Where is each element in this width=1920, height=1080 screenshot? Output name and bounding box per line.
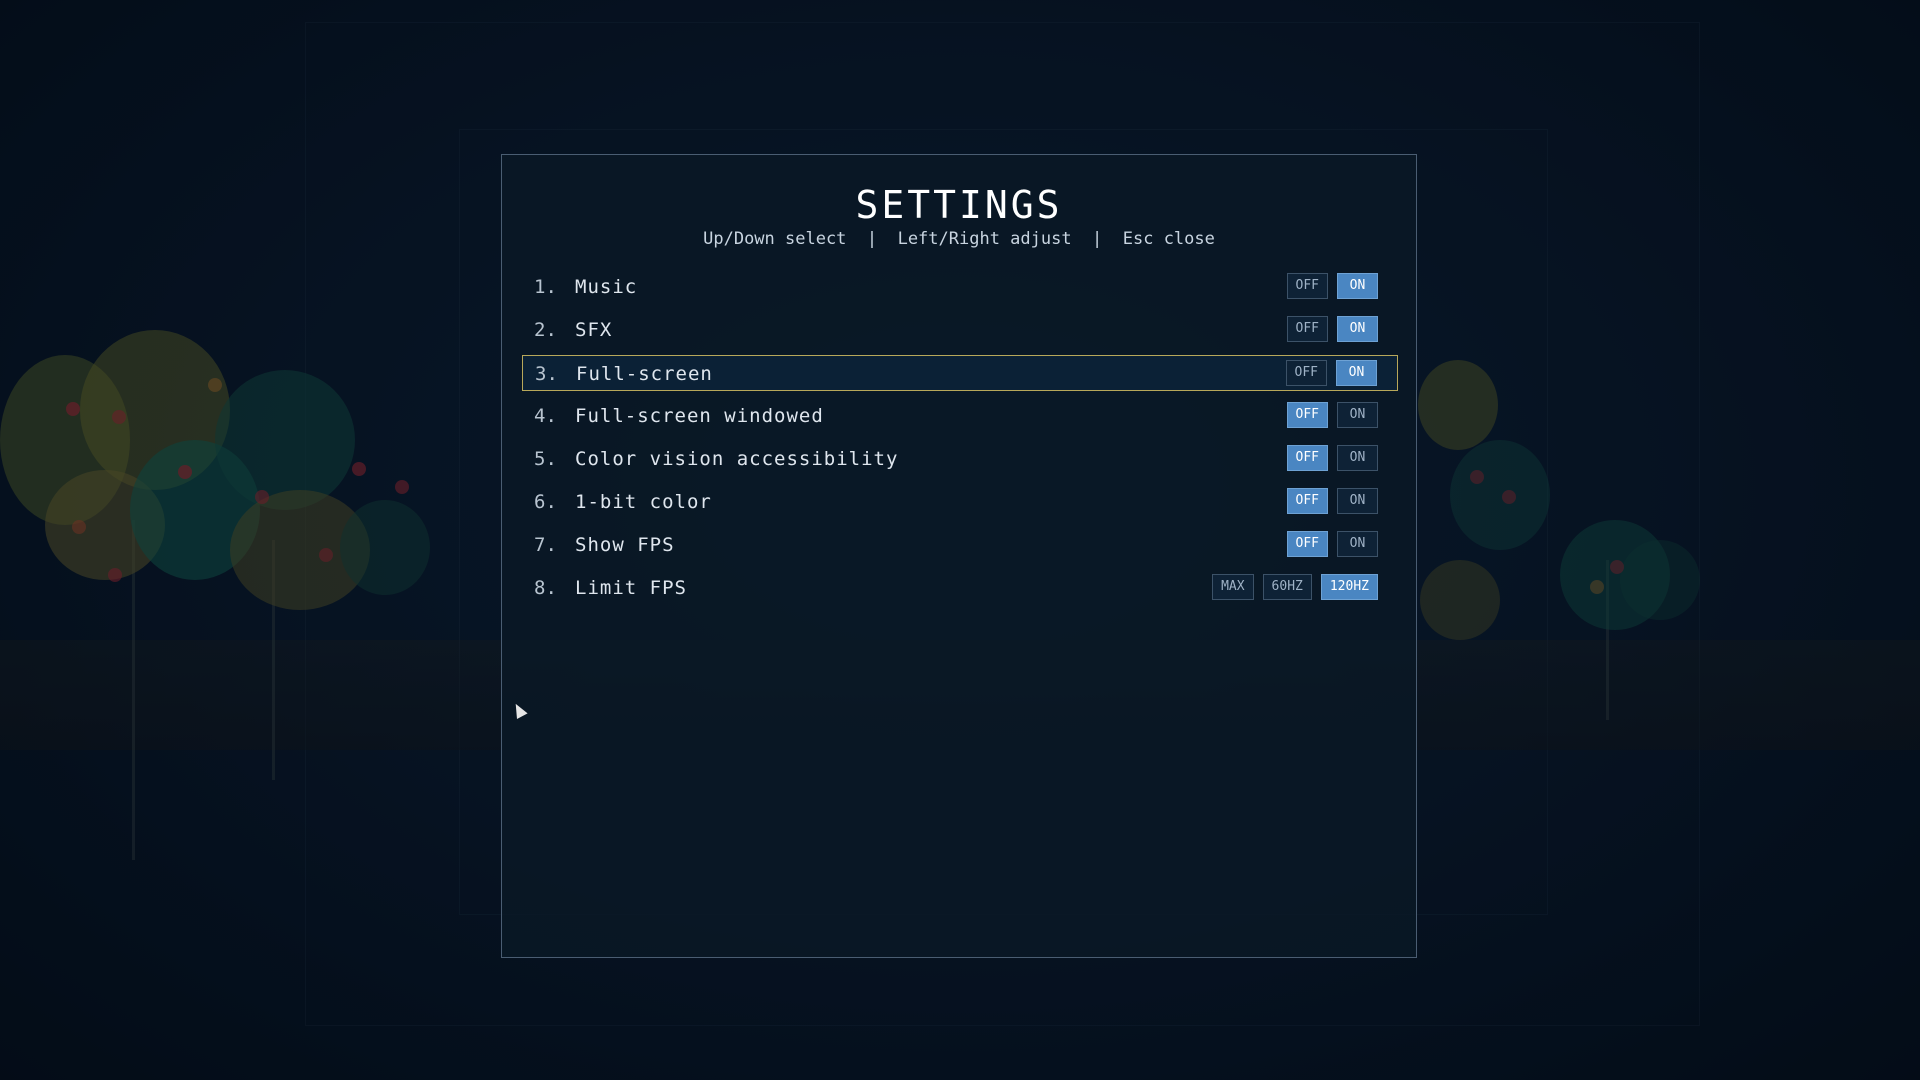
- option-off-button[interactable]: OFF: [1285, 360, 1327, 386]
- setting-row-4[interactable]: 4. Full-screen windowed OFF ON: [522, 398, 1398, 434]
- option-on-button[interactable]: ON: [1337, 531, 1378, 557]
- controls-hint: Up/Down select | Left/Right adjust | Esc…: [703, 229, 1215, 249]
- option-off-button[interactable]: OFF: [1286, 445, 1328, 471]
- option-60hz-button[interactable]: 60HZ: [1262, 574, 1312, 600]
- setting-options: MAX 60HZ 120HZ: [1212, 574, 1378, 600]
- setting-row-7[interactable]: 7. Show FPS OFF ON: [522, 527, 1398, 563]
- setting-options: OFF ON: [1286, 488, 1378, 514]
- option-on-button[interactable]: ON: [1337, 488, 1378, 514]
- setting-options: OFF ON: [1285, 360, 1377, 386]
- setting-label: Color vision accessibility: [575, 448, 899, 470]
- option-120hz-button[interactable]: 120HZ: [1320, 574, 1378, 600]
- setting-row-3[interactable]: 3. Full-screen OFF ON: [522, 355, 1398, 391]
- setting-number: 3.: [535, 363, 558, 385]
- setting-label: Full-screen windowed: [575, 405, 824, 427]
- setting-label: Limit FPS: [575, 577, 687, 599]
- option-on-button[interactable]: ON: [1336, 360, 1377, 386]
- setting-label: Show FPS: [575, 534, 675, 556]
- setting-options: OFF ON: [1286, 531, 1378, 557]
- option-off-button[interactable]: OFF: [1286, 273, 1328, 299]
- setting-number: 2.: [534, 319, 557, 341]
- setting-row-5[interactable]: 5. Color vision accessibility OFF ON: [522, 441, 1398, 477]
- setting-number: 5.: [534, 448, 557, 470]
- setting-row-6[interactable]: 6. 1-bit color OFF ON: [522, 484, 1398, 520]
- setting-options: OFF ON: [1286, 273, 1378, 299]
- settings-panel: SETTINGS Up/Down select | Left/Right adj…: [501, 154, 1417, 958]
- option-off-button[interactable]: OFF: [1286, 488, 1328, 514]
- setting-number: 7.: [534, 534, 557, 556]
- setting-label: Music: [575, 276, 638, 298]
- option-on-button[interactable]: ON: [1337, 273, 1378, 299]
- setting-row-2[interactable]: 2. SFX OFF ON: [522, 312, 1398, 348]
- setting-number: 8.: [534, 577, 557, 599]
- option-off-button[interactable]: OFF: [1286, 531, 1328, 557]
- setting-label: SFX: [575, 319, 613, 341]
- setting-row-8[interactable]: 8. Limit FPS MAX 60HZ 120HZ: [522, 570, 1398, 606]
- setting-label: 1-bit color: [575, 491, 712, 513]
- setting-number: 1.: [534, 276, 557, 298]
- option-off-button[interactable]: OFF: [1286, 316, 1328, 342]
- option-on-button[interactable]: ON: [1337, 445, 1378, 471]
- option-off-button[interactable]: OFF: [1286, 402, 1328, 428]
- setting-number: 6.: [534, 491, 557, 513]
- setting-options: OFF ON: [1286, 402, 1378, 428]
- option-max-button[interactable]: MAX: [1212, 574, 1254, 600]
- setting-number: 4.: [534, 405, 557, 427]
- setting-options: OFF ON: [1286, 316, 1378, 342]
- setting-label: Full-screen: [576, 363, 713, 385]
- setting-row-1[interactable]: 1. Music OFF ON: [522, 269, 1398, 305]
- option-on-button[interactable]: ON: [1337, 316, 1378, 342]
- option-on-button[interactable]: ON: [1337, 402, 1378, 428]
- settings-title: SETTINGS: [855, 183, 1063, 227]
- setting-options: OFF ON: [1286, 445, 1378, 471]
